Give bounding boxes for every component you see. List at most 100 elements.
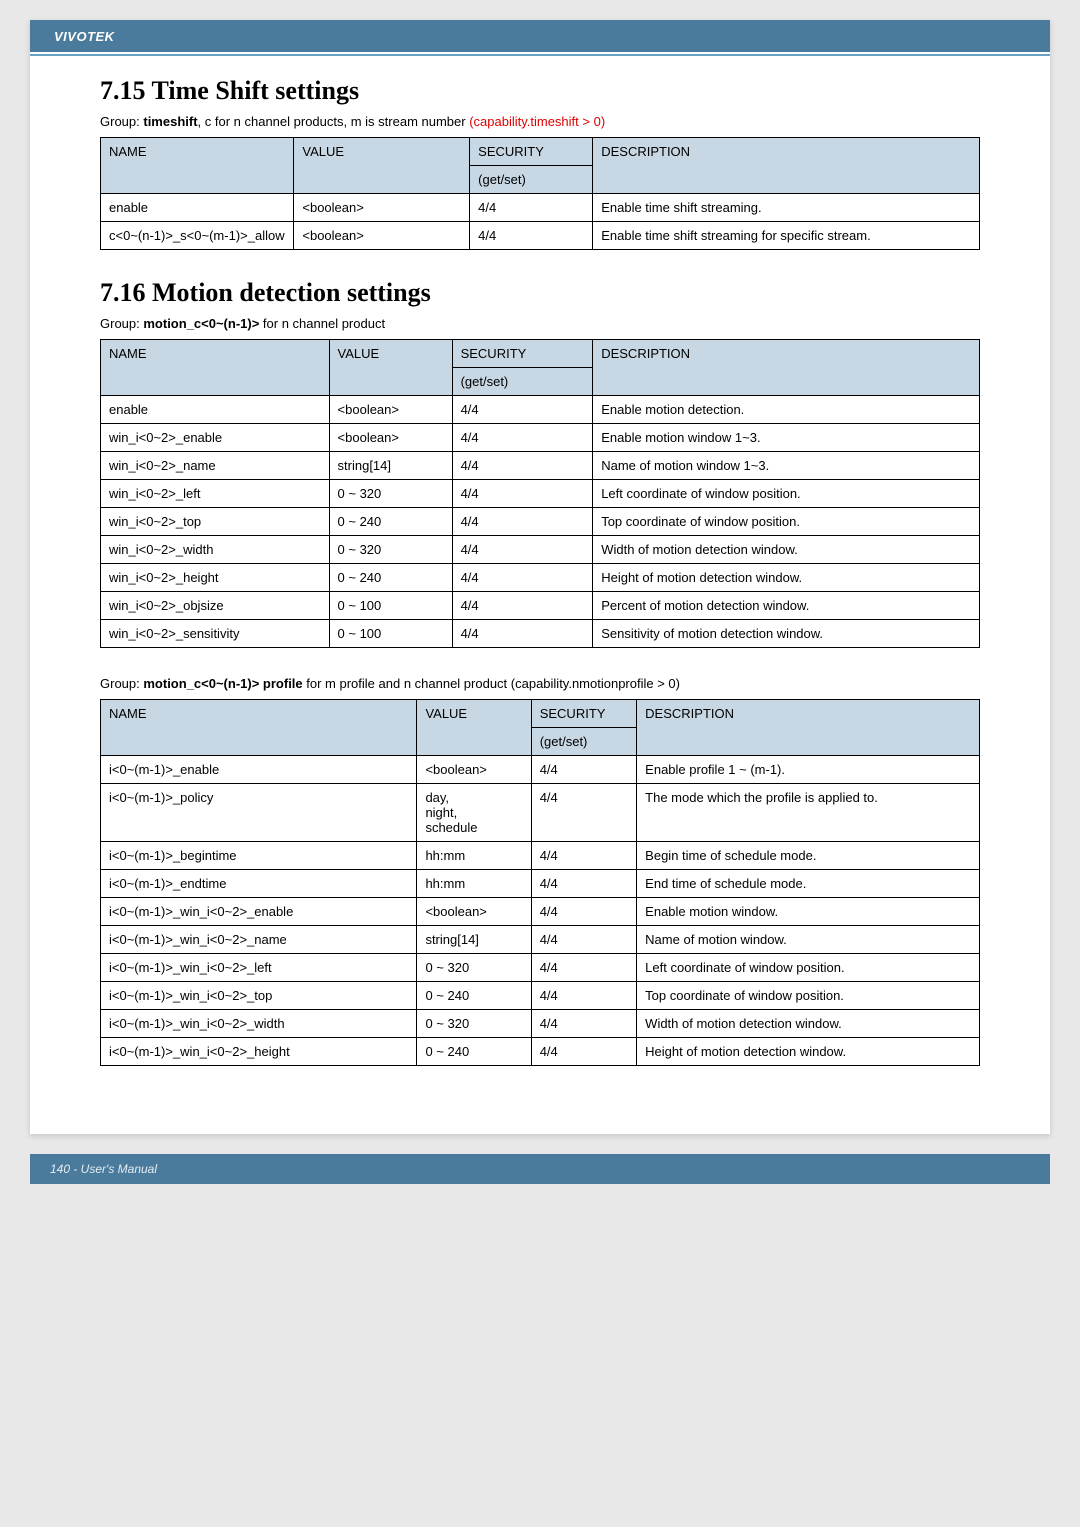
table-cell: 0 ~ 240	[417, 1038, 531, 1066]
table-cell: <boolean>	[417, 756, 531, 784]
table-motion-profile: NAME VALUE SECURITY DESCRIPTION (get/set…	[100, 699, 980, 1066]
table-cell: The mode which the profile is applied to…	[637, 784, 980, 842]
table-cell: Name of motion window 1~3.	[593, 452, 980, 480]
table-motion: NAME VALUE SECURITY DESCRIPTION (get/set…	[100, 339, 980, 648]
table-row: win_i<0~2>_objsize0 ~ 1004/4Percent of m…	[101, 592, 980, 620]
table-cell: 4/4	[531, 784, 636, 842]
table-cell: 4/4	[452, 620, 593, 648]
col-desc: DESCRIPTION	[593, 340, 980, 396]
table-header-row: NAME VALUE SECURITY DESCRIPTION	[101, 700, 980, 728]
group-line-715: Group: timeshift, c for n channel produc…	[100, 114, 980, 129]
table-row: i<0~(m-1)>_win_i<0~2>_height0 ~ 2404/4He…	[101, 1038, 980, 1066]
table-row: win_i<0~2>_namestring[14]4/4Name of moti…	[101, 452, 980, 480]
group-rest: for n channel product	[259, 316, 385, 331]
table-cell: i<0~(m-1)>_win_i<0~2>_name	[101, 926, 417, 954]
table-row: win_i<0~2>_height0 ~ 2404/4Height of mot…	[101, 564, 980, 592]
col-security: SECURITY	[470, 138, 593, 166]
table-cell: 4/4	[531, 870, 636, 898]
col-desc: DESCRIPTION	[637, 700, 980, 756]
col-security: SECURITY	[531, 700, 636, 728]
table-row: win_i<0~2>_width0 ~ 3204/4Width of motio…	[101, 536, 980, 564]
table-cell: Left coordinate of window position.	[593, 480, 980, 508]
group-line-profile: Group: motion_c<0~(n-1)> profile for m p…	[100, 676, 980, 691]
table-cell: win_i<0~2>_width	[101, 536, 330, 564]
table-cell: <boolean>	[417, 898, 531, 926]
group-prefix: Group:	[100, 316, 143, 331]
col-desc: DESCRIPTION	[593, 138, 980, 194]
table-cell: 4/4	[470, 222, 593, 250]
group-bold: timeshift	[143, 114, 197, 129]
group-line-716: Group: motion_c<0~(n-1)> for n channel p…	[100, 316, 980, 331]
table-cell: 4/4	[452, 480, 593, 508]
table-cell: Enable motion detection.	[593, 396, 980, 424]
col-getset: (get/set)	[470, 166, 593, 194]
table-row: i<0~(m-1)>_win_i<0~2>_top0 ~ 2404/4Top c…	[101, 982, 980, 1010]
table-cell: <boolean>	[329, 396, 452, 424]
group-prefix: Group:	[100, 114, 143, 129]
table-cell: 0 ~ 240	[329, 508, 452, 536]
col-name: NAME	[101, 340, 330, 396]
table-cell: 4/4	[531, 842, 636, 870]
table-cell: 4/4	[531, 954, 636, 982]
table-cell: 4/4	[531, 898, 636, 926]
table-cell: i<0~(m-1)>_enable	[101, 756, 417, 784]
table-row: win_i<0~2>_sensitivity0 ~ 1004/4Sensitiv…	[101, 620, 980, 648]
table-cell: win_i<0~2>_name	[101, 452, 330, 480]
table-cell: Enable motion window.	[637, 898, 980, 926]
col-name: NAME	[101, 138, 294, 194]
table-cell: Sensitivity of motion detection window.	[593, 620, 980, 648]
table-row: win_i<0~2>_enable<boolean>4/4Enable moti…	[101, 424, 980, 452]
group-prefix: Group:	[100, 676, 143, 691]
table-cell: <boolean>	[329, 424, 452, 452]
table-cell: Height of motion detection window.	[637, 1038, 980, 1066]
page-footer: 140 - User's Manual	[30, 1154, 1050, 1184]
section-heading-715: 7.15 Time Shift settings	[100, 76, 980, 106]
table-header-row: NAME VALUE SECURITY DESCRIPTION	[101, 138, 980, 166]
table-cell: 0 ~ 320	[417, 1010, 531, 1038]
table-cell: hh:mm	[417, 870, 531, 898]
table-row: enable<boolean>4/4Enable time shift stre…	[101, 194, 980, 222]
table-cell: string[14]	[417, 926, 531, 954]
table-cell: Percent of motion detection window.	[593, 592, 980, 620]
table-cell: 4/4	[452, 592, 593, 620]
table-cell: 0 ~ 100	[329, 620, 452, 648]
table-cell: win_i<0~2>_enable	[101, 424, 330, 452]
table-cell: i<0~(m-1)>_endtime	[101, 870, 417, 898]
brand-text: VIVOTEK	[54, 29, 115, 44]
table-row: i<0~(m-1)>_win_i<0~2>_namestring[14]4/4N…	[101, 926, 980, 954]
table-cell: i<0~(m-1)>_begintime	[101, 842, 417, 870]
table-cell: Name of motion window.	[637, 926, 980, 954]
table-cell: Width of motion detection window.	[593, 536, 980, 564]
col-security: SECURITY	[452, 340, 593, 368]
table-cell: 4/4	[452, 508, 593, 536]
col-getset: (get/set)	[452, 368, 593, 396]
table-cell: i<0~(m-1)>_win_i<0~2>_width	[101, 1010, 417, 1038]
table-cell: Begin time of schedule mode.	[637, 842, 980, 870]
table-cell: 4/4	[531, 926, 636, 954]
table-row: i<0~(m-1)>_win_i<0~2>_width0 ~ 3204/4Wid…	[101, 1010, 980, 1038]
table-row: c<0~(n-1)>_s<0~(m-1)>_allow<boolean>4/4E…	[101, 222, 980, 250]
table-cell: day, night, schedule	[417, 784, 531, 842]
group-rest: for m profile and n channel product (cap…	[303, 676, 680, 691]
content: 7.15 Time Shift settings Group: timeshif…	[30, 56, 1050, 1066]
table-cell: 4/4	[452, 452, 593, 480]
table-cell: i<0~(m-1)>_win_i<0~2>_top	[101, 982, 417, 1010]
table-cell: <boolean>	[294, 194, 470, 222]
table-header-row: NAME VALUE SECURITY DESCRIPTION	[101, 340, 980, 368]
table-cell: i<0~(m-1)>_policy	[101, 784, 417, 842]
group-bold: motion_c<0~(n-1)> profile	[143, 676, 302, 691]
footer-text: 140 - User's Manual	[50, 1162, 157, 1176]
table-cell: 0 ~ 100	[329, 592, 452, 620]
table-cell: enable	[101, 194, 294, 222]
table-cell: Enable time shift streaming.	[593, 194, 980, 222]
table-cell: Top coordinate of window position.	[637, 982, 980, 1010]
table-cell: win_i<0~2>_objsize	[101, 592, 330, 620]
group-rest: , c for n channel products, m is stream …	[198, 114, 470, 129]
table-cell: Enable motion window 1~3.	[593, 424, 980, 452]
col-name: NAME	[101, 700, 417, 756]
table-cell: enable	[101, 396, 330, 424]
header-bar: VIVOTEK	[30, 20, 1050, 52]
table-cell: 4/4	[470, 194, 593, 222]
table-cell: win_i<0~2>_sensitivity	[101, 620, 330, 648]
table-cell: win_i<0~2>_left	[101, 480, 330, 508]
